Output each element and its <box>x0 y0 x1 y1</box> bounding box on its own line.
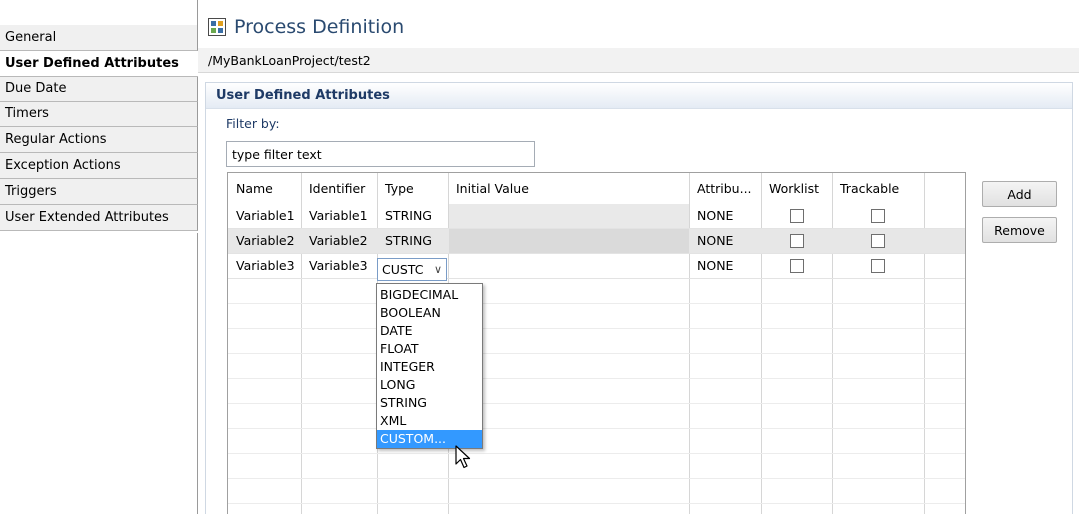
cell-attribute[interactable]: NONE <box>689 229 733 253</box>
cell-identifier: Variable3 <box>309 258 368 273</box>
trackable-checkbox[interactable] <box>871 234 885 248</box>
tab-user-extended-attributes[interactable]: User Extended Attributes <box>0 205 198 231</box>
column-header-attribute[interactable]: Attribu... <box>689 173 761 204</box>
section-title[interactable]: User Defined Attributes <box>206 83 1072 109</box>
title-row: Process Definition <box>208 12 404 42</box>
column-header-initial-value[interactable]: Initial Value <box>448 173 689 204</box>
breadcrumb: /MyBankLoanProject/test2 <box>198 48 1079 73</box>
tab-general[interactable]: General <box>0 25 198 51</box>
worklist-checkbox[interactable] <box>790 209 804 223</box>
table-row[interactable]: Variable2 Variable2 STRING NONE <box>228 229 965 254</box>
type-combo-value: CUSTC <box>382 262 424 277</box>
type-option-float[interactable]: FLOAT <box>377 340 482 358</box>
type-option-bigdecimal[interactable]: BIGDECIMAL <box>377 286 482 304</box>
cell-initial-value[interactable] <box>449 229 689 253</box>
cell-name: Variable1 <box>236 208 295 223</box>
mouse-pointer-icon <box>455 445 471 469</box>
add-button[interactable]: Add <box>982 181 1057 207</box>
type-dropdown-list: BIGDECIMAL BOOLEAN DATE FLOAT INTEGER LO… <box>376 283 483 449</box>
tab-timers[interactable]: Timers <box>0 102 198 127</box>
table-row[interactable]: Variable1 Variable1 STRING NONE <box>228 204 965 229</box>
type-combo[interactable]: CUSTC ∨ <box>377 258 447 281</box>
tab-triggers[interactable]: Triggers <box>0 179 198 205</box>
cell-attribute[interactable]: NONE <box>689 254 733 278</box>
chevron-down-icon[interactable]: ∨ <box>434 259 442 280</box>
cell-attribute[interactable]: NONE <box>689 204 733 228</box>
section-tab-list: General User Defined Attributes Due Date… <box>0 0 198 514</box>
type-option-date[interactable]: DATE <box>377 322 482 340</box>
cell-name: Variable3 <box>236 258 295 273</box>
cell-type[interactable]: STRING <box>377 204 432 228</box>
cell-name: Variable2 <box>236 233 295 248</box>
tab-exception-actions[interactable]: Exception Actions <box>0 153 198 179</box>
page-title: Process Definition <box>234 16 405 38</box>
filter-label: Filter by: <box>226 116 280 131</box>
type-option-long[interactable]: LONG <box>377 376 482 394</box>
attributes-table: Name Identifier Type Initial Value Attri… <box>227 172 966 514</box>
cell-initial-value[interactable] <box>449 254 689 278</box>
tab-due-date[interactable]: Due Date <box>0 77 198 102</box>
filter-input[interactable] <box>226 141 535 167</box>
process-definition-icon <box>208 18 226 36</box>
remove-button[interactable]: Remove <box>982 217 1057 243</box>
column-header-type[interactable]: Type <box>377 173 448 204</box>
column-header-name[interactable]: Name <box>228 173 301 204</box>
tab-user-defined-attributes[interactable]: User Defined Attributes <box>0 51 198 77</box>
column-header-worklist[interactable]: Worklist <box>761 173 832 204</box>
cell-identifier: Variable2 <box>309 233 368 248</box>
trackable-checkbox[interactable] <box>871 209 885 223</box>
cell-type[interactable]: STRING <box>377 229 432 253</box>
worklist-checkbox[interactable] <box>790 259 804 273</box>
type-option-integer[interactable]: INTEGER <box>377 358 482 376</box>
worklist-checkbox[interactable] <box>790 234 804 248</box>
cell-initial-value[interactable] <box>449 204 689 228</box>
table-row[interactable]: Variable3 Variable3 NONE <box>228 254 965 279</box>
tab-regular-actions[interactable]: Regular Actions <box>0 127 198 153</box>
type-option-xml[interactable]: XML <box>377 412 482 430</box>
cell-identifier: Variable1 <box>309 208 368 223</box>
column-header-identifier[interactable]: Identifier <box>301 173 377 204</box>
column-header-trackable[interactable]: Trackable <box>832 173 924 204</box>
type-option-string[interactable]: STRING <box>377 394 482 412</box>
trackable-checkbox[interactable] <box>871 259 885 273</box>
type-option-boolean[interactable]: BOOLEAN <box>377 304 482 322</box>
